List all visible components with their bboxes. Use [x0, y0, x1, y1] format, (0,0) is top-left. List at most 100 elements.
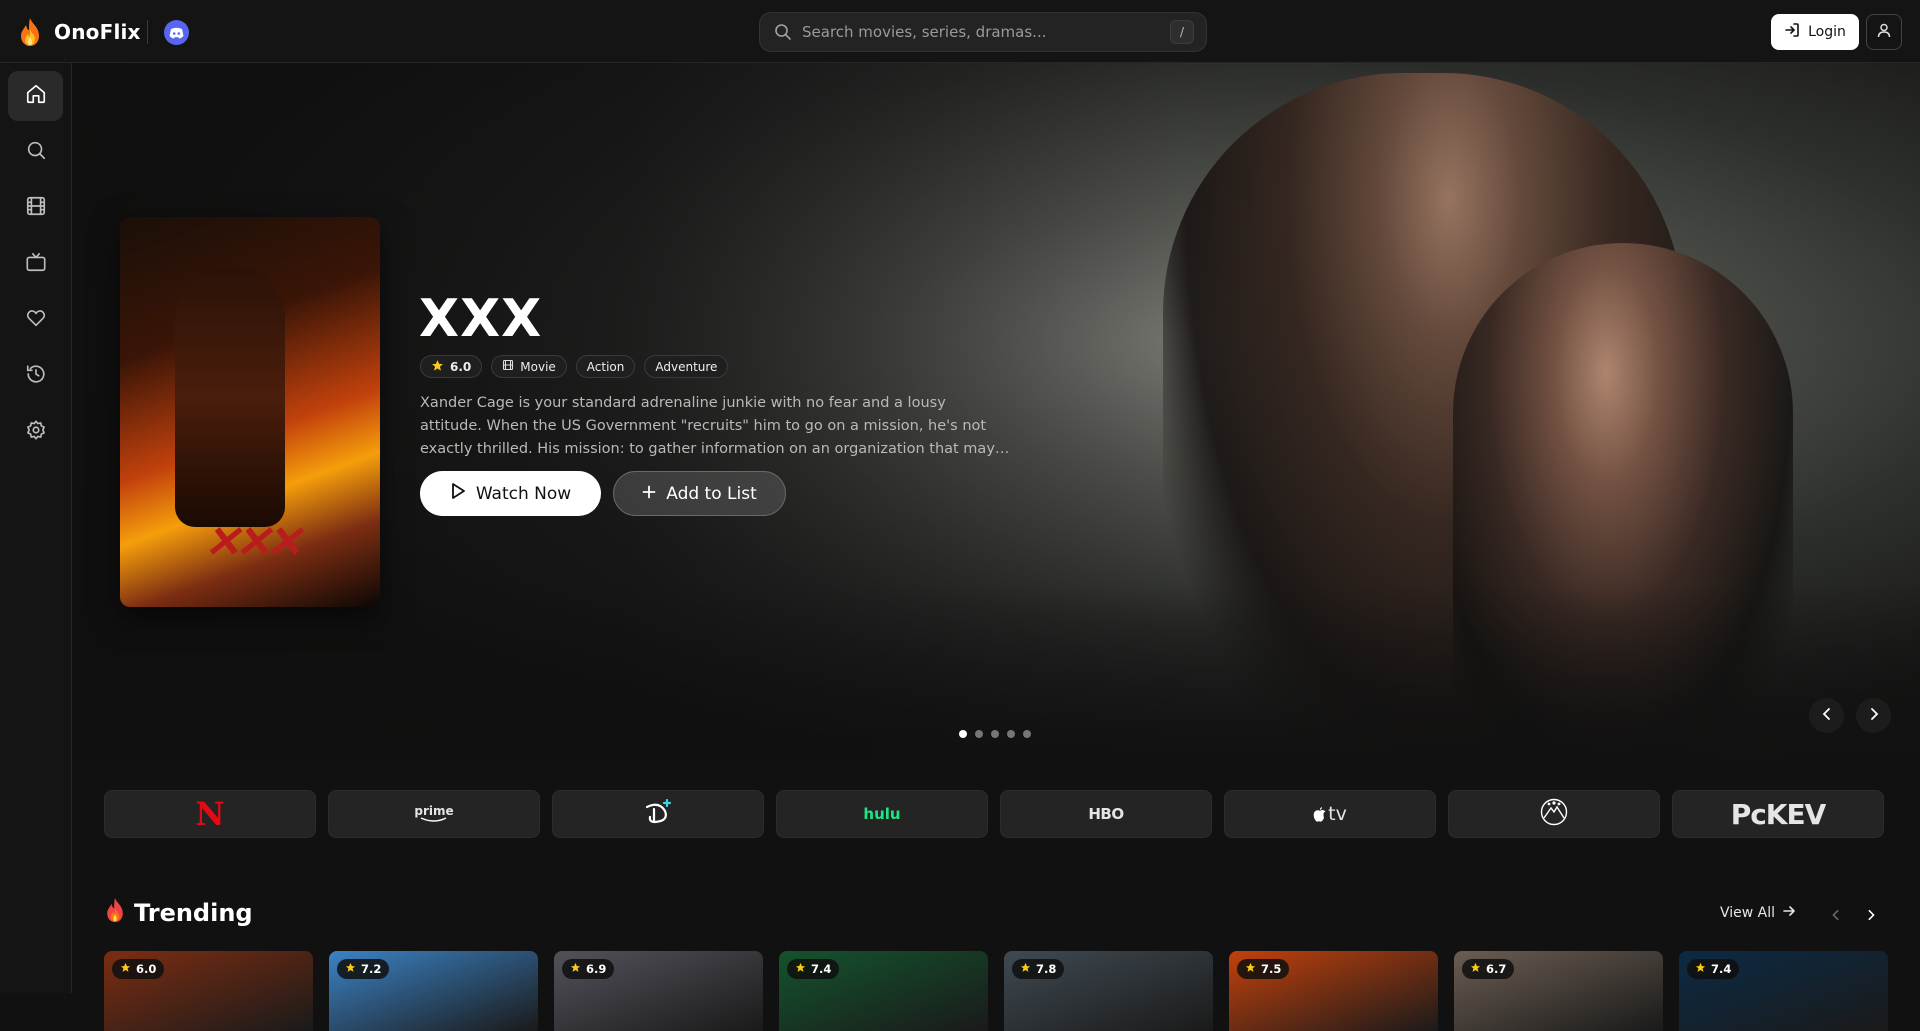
genre-badge[interactable]: Adventure — [644, 355, 729, 378]
paramount-logo — [1539, 797, 1569, 831]
provider-hbo[interactable]: HBO — [1000, 790, 1212, 838]
provider-apple-tv[interactable]: tv — [1224, 790, 1436, 838]
play-icon — [450, 482, 466, 505]
sidebar-item-movies[interactable] — [8, 183, 63, 233]
carousel-dot[interactable] — [959, 730, 967, 738]
provider-peacock[interactable]: PcKEV — [1672, 790, 1884, 838]
trending-card[interactable]: 7.4 — [1679, 951, 1888, 1031]
brand-logo[interactable]: OnoFlix — [18, 13, 141, 51]
trending-card[interactable]: 7.2 — [329, 951, 538, 1031]
view-all-label: View All — [1720, 905, 1776, 921]
rating-badge: 7.4 — [1687, 959, 1740, 979]
sidebar-item-search[interactable] — [8, 127, 63, 177]
trending-list: 6.0 7.2 6.9 7.4 7.8 7.5 6.7 7.4 — [104, 951, 1888, 1031]
provider-disney-plus[interactable] — [552, 790, 764, 838]
star-icon — [120, 962, 131, 976]
hero-poster[interactable]: ✕✕✕ — [120, 217, 380, 607]
login-button[interactable]: Login — [1771, 14, 1859, 50]
sidebar-item-tv[interactable] — [8, 239, 63, 289]
genre-badge[interactable]: Action — [575, 355, 636, 378]
rating-value: 7.8 — [1036, 962, 1057, 976]
history-icon — [25, 363, 47, 389]
profile-button[interactable] — [1866, 14, 1902, 50]
trending-card[interactable]: 6.7 — [1454, 951, 1663, 1031]
watch-now-button[interactable]: Watch Now — [420, 471, 601, 516]
prime-label: prime — [414, 804, 454, 818]
star-icon — [1470, 962, 1481, 976]
top-bar: OnoFlix / Login — [0, 0, 1920, 63]
rating-badge: 6.0 — [420, 355, 483, 378]
netflix-logo: N — [195, 795, 225, 833]
hero-description: Xander Cage is your standard adrenaline … — [420, 395, 995, 457]
sidebar — [0, 63, 72, 993]
star-icon — [1020, 962, 1031, 976]
carousel-dot[interactable] — [991, 730, 999, 738]
add-to-list-button[interactable]: Add to List — [613, 471, 786, 516]
search-bar[interactable]: / — [759, 12, 1207, 52]
rating-value: 6.0 — [450, 359, 472, 374]
hulu-logo: hulu — [863, 805, 901, 823]
rating-badge: 7.4 — [787, 959, 840, 979]
brand-name: OnoFlix — [54, 20, 141, 44]
chevron-left-icon — [1820, 706, 1834, 725]
trending-card[interactable]: 7.5 — [1229, 951, 1438, 1031]
provider-prime[interactable]: prime — [328, 790, 540, 838]
hero-banner: ✕✕✕ XXX 6.0 Movie Action Adventure Xande… — [73, 63, 1920, 759]
sidebar-item-favorites[interactable] — [8, 295, 63, 345]
trending-card[interactable]: 7.4 — [779, 951, 988, 1031]
carousel-dot[interactable] — [1007, 730, 1015, 738]
sidebar-item-home[interactable] — [8, 71, 63, 121]
provider-hulu[interactable]: hulu — [776, 790, 988, 838]
hero-next-button[interactable] — [1856, 698, 1891, 733]
hbo-logo: HBO — [1088, 805, 1124, 823]
rating-value: 6.0 — [136, 962, 157, 976]
rating-value: 6.9 — [586, 962, 607, 976]
search-icon — [25, 139, 47, 165]
apple-tv-logo: tv — [1313, 803, 1347, 825]
tv-icon — [25, 251, 47, 277]
trending-heading: Trending — [104, 897, 253, 929]
flame-icon — [18, 17, 42, 47]
sidebar-item-settings[interactable] — [8, 407, 63, 457]
carousel-dot[interactable] — [975, 730, 983, 738]
prime-logo: prime — [414, 804, 454, 823]
shortcut-key: / — [1170, 20, 1194, 44]
rating-value: 7.4 — [811, 962, 832, 976]
trending-card[interactable]: 6.0 — [104, 951, 313, 1031]
hero-prev-button[interactable] — [1809, 698, 1844, 733]
star-icon — [570, 962, 581, 976]
view-all-link[interactable]: View All — [1720, 905, 1796, 921]
apple-tv-label: tv — [1328, 803, 1347, 825]
arrow-right-icon — [1783, 905, 1796, 921]
trending-title: Trending — [134, 899, 253, 927]
plus-icon — [642, 484, 656, 504]
trending-next-button[interactable] — [1859, 903, 1883, 927]
search-input[interactable] — [802, 23, 1170, 41]
rating-badge: 7.8 — [1012, 959, 1065, 979]
chevron-right-icon — [1867, 706, 1881, 725]
rating-value: 7.4 — [1711, 962, 1732, 976]
poster-logo: ✕✕✕ — [203, 517, 303, 568]
rating-badge: 6.0 — [112, 959, 165, 979]
star-icon — [1245, 962, 1256, 976]
sidebar-item-history[interactable] — [8, 351, 63, 401]
genre-label: Action — [586, 359, 625, 374]
trending-prev-button[interactable] — [1824, 903, 1848, 927]
discord-icon[interactable] — [164, 20, 189, 45]
carousel-dot[interactable] — [1023, 730, 1031, 738]
trending-card[interactable]: 7.8 — [1004, 951, 1213, 1031]
rating-value: 7.5 — [1261, 962, 1282, 976]
trending-card[interactable]: 6.9 — [554, 951, 763, 1031]
user-icon — [1876, 22, 1892, 42]
watch-now-label: Watch Now — [475, 483, 572, 504]
provider-netflix[interactable]: N — [104, 790, 316, 838]
rating-badge: 7.2 — [337, 959, 390, 979]
star-icon — [345, 962, 356, 976]
provider-paramount[interactable] — [1448, 790, 1660, 838]
star-icon — [795, 962, 806, 976]
hero-tags: 6.0 Movie Action Adventure — [420, 355, 729, 378]
rating-value: 7.2 — [361, 962, 382, 976]
search-icon — [774, 23, 792, 41]
rating-value: 6.7 — [1486, 962, 1507, 976]
divider — [147, 20, 148, 44]
